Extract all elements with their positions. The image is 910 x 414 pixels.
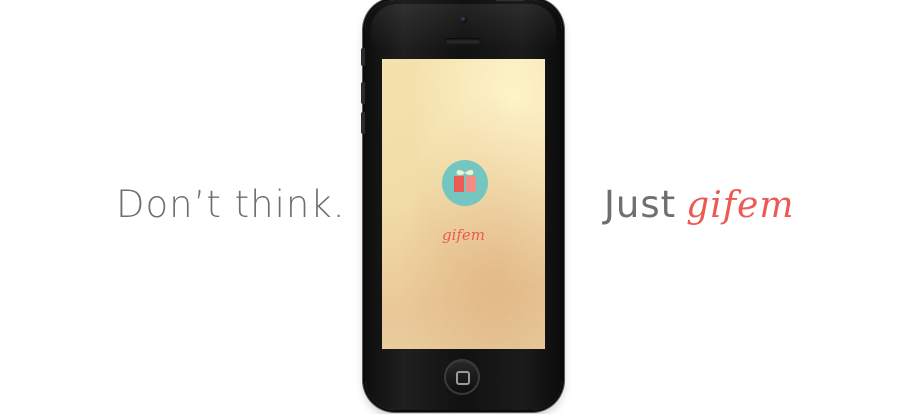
phone-screen: gifem [382,59,545,349]
power-button [496,0,524,1]
tagline-brand-name: gifem [686,185,795,226]
home-button-square-icon [456,371,470,385]
tagline-right-prefix: Just [604,183,677,226]
home-button[interactable] [444,359,480,395]
app-name-label: gifem [441,226,486,244]
tagline-right: Just gifem [604,183,794,226]
promo-banner: Don’t think. Just gifem gifem [0,0,910,414]
earpiece-speaker [445,38,481,44]
volume-down-button [361,112,365,134]
gift-icon[interactable] [442,160,488,206]
tagline-left: Don’t think. [116,183,346,226]
mute-switch [361,48,365,66]
phone-device: gifem [361,0,562,410]
front-camera [460,16,467,23]
volume-up-button [361,82,365,104]
